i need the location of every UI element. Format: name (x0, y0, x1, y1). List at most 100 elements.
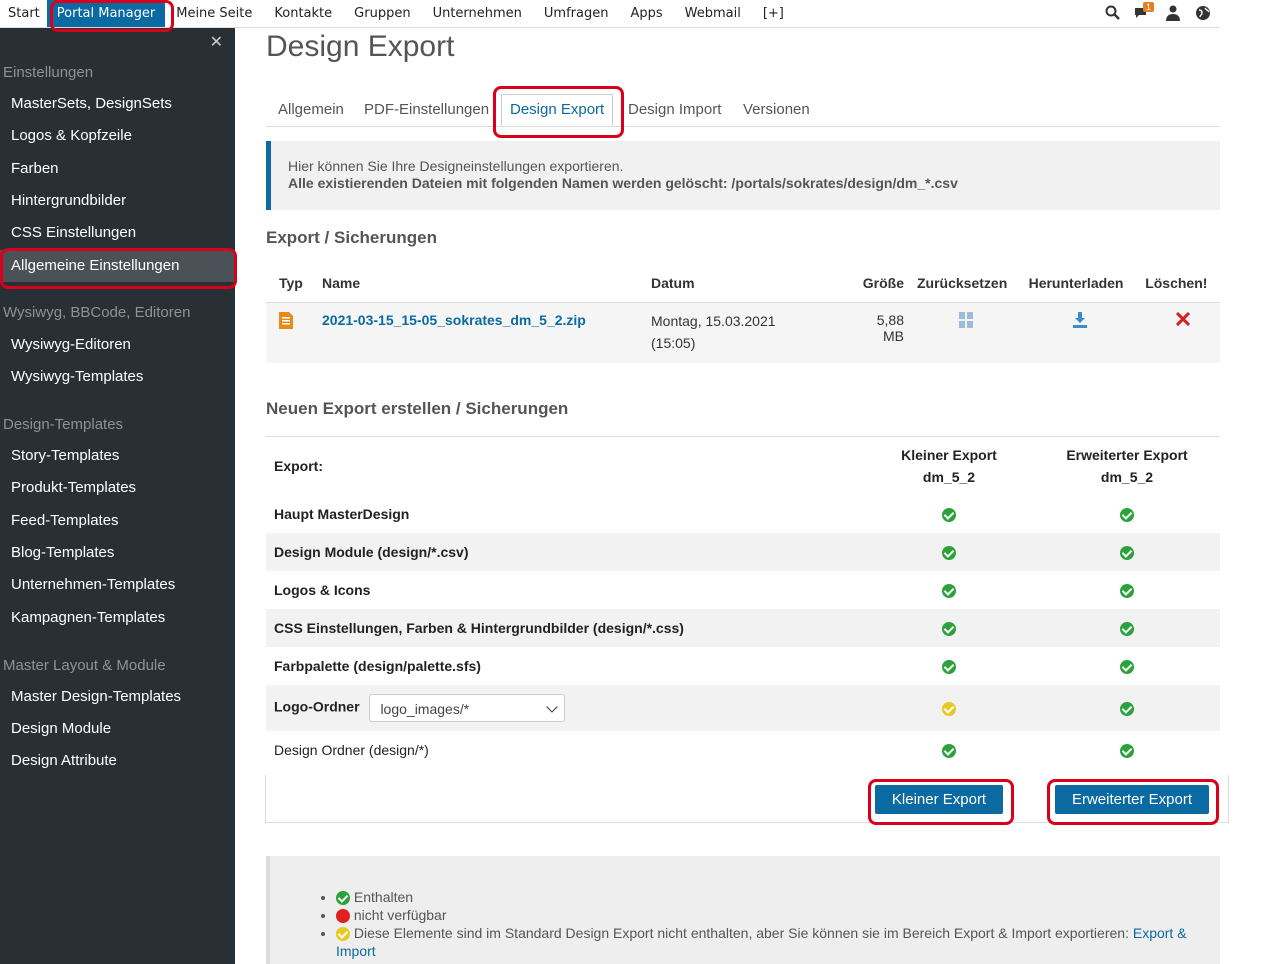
nav-start[interactable]: Start (0, 0, 47, 27)
check-icon (942, 584, 956, 599)
check-icon (1120, 702, 1134, 717)
legend-included: Enthalten (353, 889, 414, 905)
table-row: Design Module (design/*.csv) (266, 533, 1220, 571)
col-name: Name (322, 275, 361, 291)
search-icon[interactable] (1104, 4, 1122, 22)
sidebar-item-wysiwyg-editoren[interactable]: Wysiwyg-Editoren (0, 329, 235, 361)
nav-portal-manager[interactable]: Portal Manager (46, 0, 166, 27)
nav-kontakte[interactable]: Kontakte (263, 0, 343, 27)
table-row: Logos & Icons (266, 571, 1220, 609)
table-row: 2021-03-15_15-05_sokrates_dm_5_2.zip Mon… (266, 302, 1220, 363)
top-bar: Start Portal Manager Meine Seite Kontakt… (0, 0, 1220, 28)
sidebar-item-blog-templates[interactable]: Blog-Templates (0, 537, 235, 569)
file-date: Montag, 15.03.2021 (651, 313, 776, 329)
export-header-label: Export: (274, 458, 323, 474)
row-label: Design Ordner (design/*) (274, 742, 429, 758)
tab-design-import[interactable]: Design Import (628, 94, 721, 126)
download-icon[interactable] (1073, 312, 1088, 331)
tab-versionen[interactable]: Versionen (743, 94, 810, 126)
check-icon (942, 660, 956, 675)
nav-apps[interactable]: Apps (619, 0, 673, 27)
file-type-cell (266, 302, 309, 363)
check-icon (336, 891, 350, 906)
sidebar-item-kampagnen-templates[interactable]: Kampagnen-Templates (0, 602, 235, 634)
sidebar-item-wysiwyg-templates[interactable]: Wysiwyg-Templates (0, 361, 235, 393)
info-warning: Alle existierenden Dateien mit folgenden… (288, 175, 958, 191)
globe-icon[interactable] (1194, 4, 1212, 22)
legend-unavailable: nicht verfügbar (353, 907, 447, 923)
check-icon (942, 546, 956, 561)
col-small-export: Kleiner Export (901, 447, 997, 463)
export-button-bar: Kleiner Export Erweiterter Export (265, 775, 1229, 823)
sidebar-item-master-design-templates[interactable]: Master Design-Templates (0, 681, 235, 713)
tab-pdf-einstellungen[interactable]: PDF-Einstellungen (364, 94, 489, 126)
table-row: CSS Einstellungen, Farben & Hintergrundb… (266, 609, 1220, 647)
col-size: Größe (862, 275, 904, 291)
sidebar-item-design-module[interactable]: Design Module (0, 713, 235, 745)
sidebar-header-master-layout: Master Layout & Module (3, 657, 166, 674)
check-icon (1120, 546, 1134, 561)
sidebar-header-einstellungen: Einstellungen (3, 64, 94, 81)
sidebar-item-mastersets[interactable]: MasterSets, DesignSets (0, 88, 235, 120)
nav-gruppen[interactable]: Gruppen (343, 0, 421, 27)
logo-folder-select[interactable]: logo_images/* (369, 694, 566, 722)
check-icon (1120, 744, 1134, 759)
restore-icon[interactable] (959, 312, 974, 331)
check-icon (1120, 622, 1134, 637)
small-export-button[interactable]: Kleiner Export (875, 785, 1003, 814)
info-text: Hier können Sie Ihre Designeinstellungen… (288, 158, 624, 174)
sidebar-header-wysiwyg: Wysiwyg, BBCode, Editoren (3, 304, 191, 321)
extended-export-button[interactable]: Erweiterter Export (1055, 785, 1209, 814)
tab-allgemein[interactable]: Allgemein (278, 94, 344, 126)
table-row: Farbpalette (design/palette.sfs) (266, 647, 1220, 685)
nav-umfragen[interactable]: Umfragen (533, 0, 620, 27)
col-small-export-id: dm_5_2 (922, 469, 976, 485)
legend-box: Enthalten nicht verfügbar Diese Elemente… (266, 856, 1220, 964)
check-icon (942, 622, 956, 637)
sidebar-item-feed-templates[interactable]: Feed-Templates (0, 505, 235, 537)
tab-design-export[interactable]: Design Export (501, 94, 614, 126)
unavailable-icon (336, 909, 350, 924)
legend-item: nicht verfügbar (336, 906, 1216, 924)
row-label: Logos & Icons (274, 582, 371, 598)
chevron-down-icon (546, 701, 559, 713)
check-icon (1120, 508, 1134, 523)
nav-webmail[interactable]: Webmail (674, 0, 752, 27)
nav-meine-seite[interactable]: Meine Seite (165, 0, 263, 27)
sidebar-item-hintergrundbilder[interactable]: Hintergrundbilder (0, 185, 235, 217)
tab-bar: Allgemein PDF-Einstellungen Design Expor… (266, 94, 1220, 127)
row-label: Farbpalette (design/palette.sfs) (274, 658, 481, 674)
legend-list: Enthalten nicht verfügbar Diese Elemente… (336, 888, 1216, 960)
table-row: Design Ordner (design/*) (266, 731, 1220, 769)
sidebar-item-logos[interactable]: Logos & Kopfzeile (0, 120, 235, 152)
user-icon[interactable] (1164, 4, 1182, 22)
sidebar-header-design-templates: Design-Templates (3, 416, 124, 433)
nav-unternehmen[interactable]: Unternehmen (422, 0, 533, 27)
col-download: Herunterladen (1028, 275, 1124, 291)
file-link[interactable]: 2021-03-15_15-05_sokrates_dm_5_2.zip (322, 312, 586, 328)
check-icon (942, 744, 956, 759)
file-size: 5,88 MB (841, 302, 904, 363)
col-delete: Löschen! (1145, 275, 1208, 291)
sidebar-item-story-templates[interactable]: Story-Templates (0, 440, 235, 472)
check-icon (1120, 660, 1134, 675)
files-table: Typ Name Datum Größe Zurücksetzen Herunt… (266, 264, 1220, 363)
sidebar-item-farben[interactable]: Farben (0, 153, 235, 185)
row-label: Haupt MasterDesign (274, 506, 410, 522)
sidebar-item-css[interactable]: CSS Einstellungen (0, 217, 235, 249)
col-date: Datum (651, 275, 695, 291)
sidebar-item-unternehmen-templates[interactable]: Unternehmen-Templates (0, 569, 235, 601)
zip-file-icon (279, 312, 293, 332)
row-label: Design Module (design/*.csv) (266, 533, 864, 571)
sidebar-item-design-attribute[interactable]: Design Attribute (0, 745, 235, 777)
close-icon[interactable]: ✕ (210, 32, 223, 52)
delete-icon[interactable] (1175, 311, 1190, 329)
files-section-title: Export / Sicherungen (266, 228, 437, 247)
col-extended-export: Erweiterter Export (1066, 447, 1188, 463)
export-table: Export: Kleiner Export dm_5_2 Erweiterte… (266, 436, 1220, 769)
sidebar-item-allgemeine-einstellungen[interactable]: Allgemeine Einstellungen (0, 250, 235, 282)
chat-icon[interactable]: 1 (1134, 2, 1155, 22)
check-icon (942, 508, 956, 523)
nav-add[interactable]: [+] (752, 0, 795, 27)
sidebar-item-produkt-templates[interactable]: Produkt-Templates (0, 472, 235, 504)
